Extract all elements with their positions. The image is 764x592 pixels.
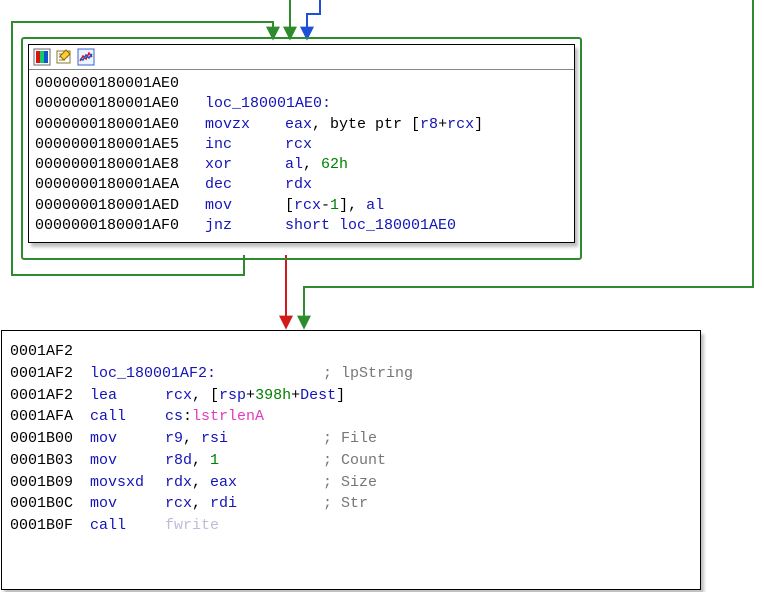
instruction-row[interactable]: 0001B0Cmovrcx, rdi; Str: [10, 493, 694, 515]
mnemonic: xor: [205, 155, 285, 175]
instruction-row[interactable]: 0000000180001AEAdecrdx: [35, 175, 568, 195]
instruction-row[interactable]: 0001AF2learcx, [rsp+398h+Dest]: [10, 385, 694, 407]
instruction-row[interactable]: 0000000180001AE8xoral, 62h: [35, 155, 568, 175]
operands: al, 62h: [285, 155, 348, 175]
instruction-row[interactable]: 0001B00movr9, rsi; File: [10, 428, 694, 450]
graph-icon[interactable]: [77, 48, 95, 66]
mnemonic: call: [90, 515, 165, 537]
operands: fwrite: [165, 515, 323, 537]
label-row: 0001AF2 loc_180001AF2: ; lpString: [10, 363, 694, 385]
comment: ; lpString: [323, 363, 413, 385]
address: 0000000180001AE0: [35, 115, 205, 135]
address: 0001B09: [10, 472, 90, 494]
disasm-block-2[interactable]: 0001AF2 0001AF2 loc_180001AF2: ; lpStrin…: [1, 330, 701, 590]
address: 0000000180001AE0: [35, 94, 205, 114]
operands: rcx, [rsp+398h+Dest]: [165, 385, 345, 407]
mnemonic: lea: [90, 385, 165, 407]
address: 0000000180001AEA: [35, 175, 205, 195]
address: 0001AF2: [10, 385, 90, 407]
instruction-row[interactable]: 0001AFAcallcs:lstrlenA: [10, 406, 694, 428]
address: 0001B00: [10, 428, 90, 450]
instruction-row[interactable]: 0000000180001AE0movzxeax, byte ptr [r8+r…: [35, 115, 568, 135]
edge-in-blue: [307, 0, 320, 35]
instruction-row[interactable]: 0001B0Fcallfwrite: [10, 515, 694, 537]
mnemonic: dec: [205, 175, 285, 195]
comment: ; Count: [323, 450, 386, 472]
mnemonic: jnz: [205, 216, 285, 236]
edit-icon[interactable]: [55, 48, 73, 66]
address: 0000000180001AE8: [35, 155, 205, 175]
address: 0001AF2: [10, 341, 73, 363]
mnemonic: call: [90, 406, 165, 428]
operands: short loc_180001AE0: [285, 216, 456, 236]
operands: rcx: [285, 135, 312, 155]
instruction-row[interactable]: 0001B09movsxdrdx, eax; Size: [10, 472, 694, 494]
code-label: loc_180001AE0:: [205, 94, 331, 114]
instruction-row[interactable]: 0000000180001AF0jnzshort loc_180001AE0: [35, 216, 568, 236]
color-picker-icon[interactable]: [33, 48, 51, 66]
addr-row: 0000000180001AE0: [35, 74, 568, 94]
address: 0001AFA: [10, 406, 90, 428]
operands: r9, rsi: [165, 428, 323, 450]
disasm-block-1[interactable]: 0000000180001AE0 0000000180001AE0 loc_18…: [28, 44, 575, 243]
comment: ; File: [323, 428, 377, 450]
address: 0000000180001AED: [35, 196, 205, 216]
address: 0001B0C: [10, 493, 90, 515]
instruction-row[interactable]: 0001B03movr8d, 1; Count: [10, 450, 694, 472]
disasm-listing-1[interactable]: 0000000180001AE0 0000000180001AE0 loc_18…: [29, 70, 574, 242]
mnemonic: movzx: [205, 115, 285, 135]
block-toolbar: [29, 45, 574, 69]
address: 0000000180001AE0: [35, 74, 179, 94]
mnemonic: movsxd: [90, 472, 165, 494]
address: 0001B03: [10, 450, 90, 472]
mnemonic: mov: [205, 196, 285, 216]
operands: rdx: [285, 175, 312, 195]
operands: [rcx-1], al: [285, 196, 384, 216]
instruction-row[interactable]: 0000000180001AE5incrcx: [35, 135, 568, 155]
mnemonic: mov: [90, 450, 165, 472]
operands: rdx, eax: [165, 472, 323, 494]
address: 0000000180001AE5: [35, 135, 205, 155]
operands: r8d, 1: [165, 450, 323, 472]
instruction-row[interactable]: 0000000180001AEDmov[rcx-1], al: [35, 196, 568, 216]
operands: eax, byte ptr [r8+rcx]: [285, 115, 483, 135]
operands: cs:lstrlenA: [165, 406, 323, 428]
comment: ; Str: [323, 493, 368, 515]
operands: rcx, rdi: [165, 493, 323, 515]
address: 0000000180001AF0: [35, 216, 205, 236]
label-row: 0000000180001AE0 loc_180001AE0:: [35, 94, 568, 114]
addr-row: 0001AF2: [10, 341, 694, 363]
code-label: loc_180001AF2:: [90, 363, 323, 385]
address: 0001AF2: [10, 363, 90, 385]
mnemonic: mov: [90, 428, 165, 450]
mnemonic: inc: [205, 135, 285, 155]
disasm-listing-2[interactable]: 0001AF2 0001AF2 loc_180001AF2: ; lpStrin…: [2, 331, 700, 543]
comment: ; Size: [323, 472, 377, 494]
mnemonic: mov: [90, 493, 165, 515]
address: 0001B0F: [10, 515, 90, 537]
